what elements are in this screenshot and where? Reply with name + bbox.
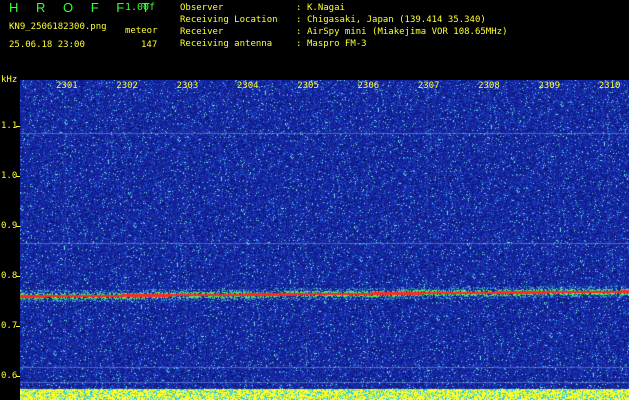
spectrogram-window: H R O F F T 1.00f KN9_2506182300.png met… xyxy=(0,0,629,400)
y-tick-mark xyxy=(16,376,20,377)
version-label: 1.00f xyxy=(125,2,156,13)
y-tick-mark xyxy=(16,226,20,227)
antenna-value: Maspro FM-3 xyxy=(307,39,367,49)
x-tick-label: 2302 xyxy=(116,81,138,91)
antenna-label: Receiving antenna xyxy=(180,39,273,49)
y-tick-label: 1.1 xyxy=(1,121,18,131)
y-tick-label: 0.7 xyxy=(1,321,18,331)
spectrogram-plot xyxy=(20,80,629,400)
y-tick-label: 0.6 xyxy=(1,371,18,381)
x-tick-label: 2308 xyxy=(478,81,500,91)
location-label: Receiving Location xyxy=(180,15,278,25)
x-tick-label: 2304 xyxy=(236,81,259,91)
colon: : xyxy=(296,27,302,37)
y-tick-mark xyxy=(16,176,20,177)
x-tick-label: 2307 xyxy=(417,81,440,91)
y-tick-mark xyxy=(16,126,20,127)
y-tick-mark xyxy=(16,276,20,277)
receiver-label: Receiver xyxy=(180,27,224,37)
colon: : xyxy=(296,39,302,49)
observer-value: K.Nagai xyxy=(307,3,345,13)
observer-label: Observer xyxy=(180,3,224,13)
x-tick-label: 2306 xyxy=(357,81,380,91)
x-tick-label: 2303 xyxy=(176,81,199,91)
y-tick-mark xyxy=(16,326,20,327)
receiver-value: AirSpy mini (Miakejima VOR 108.65MHz) xyxy=(307,27,508,37)
count-label: 147 xyxy=(141,40,158,50)
x-tick-label: 2305 xyxy=(297,81,319,91)
x-tick-label: 2309 xyxy=(538,81,561,91)
colon: : xyxy=(296,15,302,25)
x-tick-label: 2310 xyxy=(598,81,621,91)
colon: : xyxy=(296,3,302,13)
program-label: meteor xyxy=(125,26,158,36)
y-tick-label: 1.0 xyxy=(1,171,18,181)
filename-label: KN9_2506182300.png xyxy=(9,22,107,32)
y-axis-unit: kHz xyxy=(1,75,18,85)
y-tick-label: 0.9 xyxy=(1,221,18,231)
datetime-label: 25.06.18 23:00 xyxy=(9,40,85,50)
y-tick-label: 0.8 xyxy=(1,271,18,281)
x-tick-label: 2301 xyxy=(56,81,78,91)
location-value: Chigasaki, Japan (139.414 35.340) xyxy=(307,15,486,25)
